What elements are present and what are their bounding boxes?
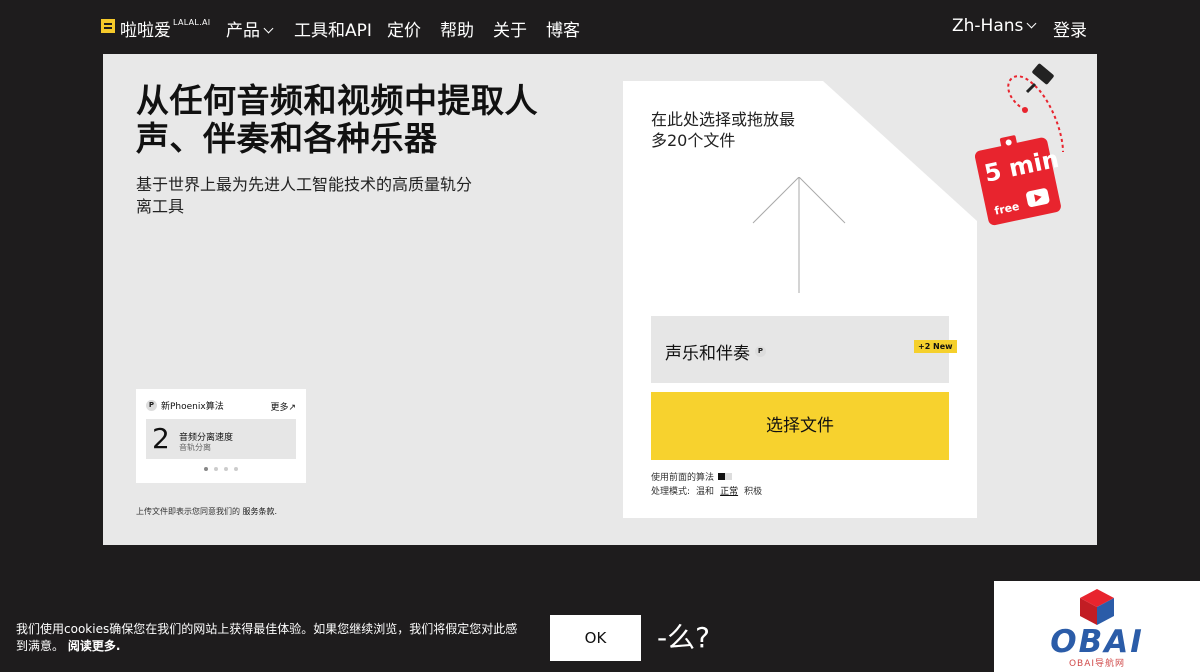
nav-item-help[interactable]: 帮助 [440, 16, 474, 41]
carousel-dot[interactable] [234, 467, 238, 471]
carousel-dot[interactable] [204, 467, 208, 471]
phoenix-number: 2 [152, 422, 170, 455]
logo-sup: LALAL.AI [173, 18, 211, 27]
chevron-down-icon [1026, 18, 1037, 29]
carousel-dot[interactable] [214, 467, 218, 471]
processing-mode: 处理模式: 温和 正常 积极 [651, 484, 762, 497]
page-subtitle: 基于世界上最为先进人工智能技术的高质量轨分离工具 [136, 175, 473, 216]
phoenix-title: 新Phoenix算法 [161, 402, 224, 412]
cube-logo-icon [1080, 589, 1114, 625]
free-minutes-sticker[interactable]: 5 min free [975, 62, 1075, 232]
mode-label: 处理模式: [651, 487, 691, 497]
logo[interactable]: 啦啦爱 LALAL.AI [101, 16, 210, 41]
watermark-text: OBAI [1050, 624, 1144, 660]
mode-aggressive[interactable]: 积极 [744, 484, 762, 497]
upload-dropzone[interactable]: 在此处选择或拖放最多20个文件 声乐和伴奏 P +2 New 选择文件 使用前面… [623, 81, 977, 518]
overlay-text: -么? [657, 621, 710, 654]
cookie-notice: 我们使用cookies确保您在我们的网站上获得最佳体验。如果您继续浏览，我们将假… [16, 622, 518, 653]
cookie-ok-button[interactable]: OK [550, 615, 641, 661]
watermark: OBAI OBAI导航网 [994, 581, 1200, 672]
previous-algorithm-option[interactable]: 使用前面的算法 [651, 470, 733, 483]
carousel-dot[interactable] [224, 467, 228, 471]
language-selector[interactable]: Zh-Hans [952, 16, 1037, 36]
phoenix-icon: P [146, 400, 157, 411]
upload-arrow-icon [752, 177, 846, 293]
nav-item-about[interactable]: 关于 [493, 16, 527, 41]
phoenix-feature-box: 2 音频分离速度 音轨分离 [146, 419, 296, 459]
phoenix-icon: P [755, 346, 766, 357]
carousel-dots[interactable] [204, 467, 238, 471]
terms-link[interactable]: 服务条款. [243, 507, 278, 516]
stem-type-select[interactable]: 声乐和伴奏 P [651, 316, 949, 383]
top-nav: 啦啦爱 LALAL.AI 产品 工具和API 定价 帮助 关于 博客 Zh-Ha… [0, 0, 1200, 54]
algorithm-toggle[interactable] [718, 473, 733, 480]
nav-item-tools-api[interactable]: 工具和API [294, 16, 372, 41]
phoenix-feature-line2: 音轨分离 [179, 443, 211, 452]
read-more-link[interactable]: 阅读更多. [68, 639, 121, 653]
phoenix-more-link[interactable]: 更多↗ [270, 400, 296, 413]
nav-item-products[interactable]: 产品 [226, 16, 274, 41]
mode-mild[interactable]: 温和 [696, 484, 714, 497]
hero-section: 从任何音频和视频中提取人声、伴奏和各种乐器 基于世界上最为先进人工智能技术的高质… [103, 54, 1097, 545]
choose-file-button[interactable]: 选择文件 [651, 392, 949, 460]
nav-item-pricing[interactable]: 定价 [387, 16, 421, 41]
new-badge: +2 New [914, 340, 957, 353]
phoenix-card[interactable]: P 新Phoenix算法 更多↗ 2 音频分离速度 音轨分离 [136, 389, 306, 483]
terms-notice: 上传文件即表示您同意我们的 服务条款. [136, 507, 278, 516]
page-title: 从任何音频和视频中提取人声、伴奏和各种乐器 [136, 81, 538, 158]
chevron-down-icon [263, 23, 274, 34]
logo-icon [101, 19, 115, 33]
login-link[interactable]: 登录 [1053, 16, 1087, 41]
watermark-sub: OBAI导航网 [1068, 659, 1126, 669]
logo-text: 啦啦爱 [120, 21, 171, 41]
nav-item-blog[interactable]: 博客 [546, 16, 580, 41]
stem-type-label: 声乐和伴奏 P [665, 339, 766, 364]
phoenix-card-header: P 新Phoenix算法 [146, 399, 224, 412]
drop-instructions: 在此处选择或拖放最多20个文件 [651, 110, 796, 150]
mode-normal[interactable]: 正常 [720, 484, 738, 497]
pushpin-icon [1025, 63, 1054, 94]
